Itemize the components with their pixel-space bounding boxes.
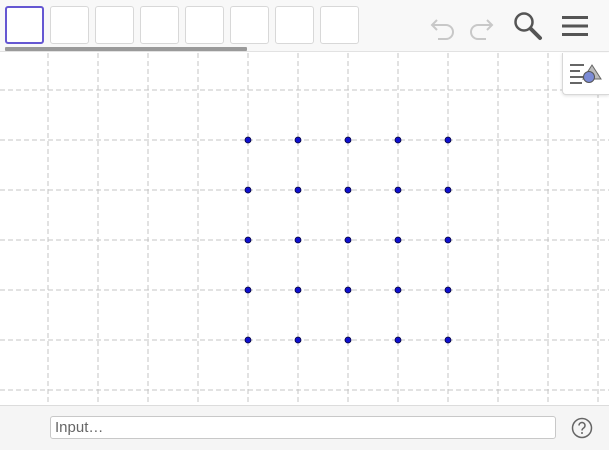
- grid-point[interactable]: [394, 136, 402, 144]
- grid-point[interactable]: [444, 186, 452, 194]
- help-button[interactable]: [571, 417, 593, 439]
- grid-point[interactable]: [394, 336, 402, 344]
- search-button[interactable]: [512, 10, 544, 42]
- grid-point[interactable]: [394, 236, 402, 244]
- grid-point[interactable]: [244, 186, 252, 194]
- grid-point[interactable]: [244, 286, 252, 294]
- toolbar: [0, 0, 609, 52]
- undo-button[interactable]: [428, 12, 458, 42]
- tool-button-3[interactable]: [95, 6, 134, 44]
- style-bar-toggle-icon: [570, 64, 602, 84]
- search-icon: [514, 12, 542, 40]
- graphics-canvas[interactable]: [0, 53, 609, 405]
- input-bar: [0, 405, 609, 450]
- undo-icon: [430, 19, 454, 40]
- toolbar-scroll-indicator[interactable]: [5, 47, 247, 51]
- grid-point[interactable]: [444, 336, 452, 344]
- grid-point[interactable]: [294, 286, 302, 294]
- grid-point[interactable]: [394, 286, 402, 294]
- tool-button-1[interactable]: [5, 6, 44, 44]
- grid-point[interactable]: [294, 236, 302, 244]
- grid-point[interactable]: [294, 336, 302, 344]
- grid-point[interactable]: [294, 186, 302, 194]
- grid-point[interactable]: [344, 186, 352, 194]
- grid-point[interactable]: [344, 286, 352, 294]
- grid-point[interactable]: [394, 186, 402, 194]
- graphics-view[interactable]: [0, 53, 609, 405]
- menu-button[interactable]: [560, 12, 590, 40]
- grid-point[interactable]: [244, 236, 252, 244]
- redo-button[interactable]: [466, 12, 496, 42]
- grid-point[interactable]: [444, 236, 452, 244]
- tool-button-6[interactable]: [230, 6, 269, 44]
- grid-point[interactable]: [244, 336, 252, 344]
- tool-button-2[interactable]: [50, 6, 89, 44]
- grid-point[interactable]: [294, 136, 302, 144]
- algebra-input-field[interactable]: [50, 416, 556, 439]
- tool-button-7[interactable]: [275, 6, 314, 44]
- grid-point[interactable]: [444, 136, 452, 144]
- hamburger-menu-icon: [562, 16, 588, 36]
- tool-button-5[interactable]: [185, 6, 224, 44]
- grid-point[interactable]: [444, 286, 452, 294]
- tool-button-4[interactable]: [140, 6, 179, 44]
- grid-point[interactable]: [244, 136, 252, 144]
- grid-point[interactable]: [344, 236, 352, 244]
- redo-icon: [470, 19, 494, 40]
- tool-button-8[interactable]: [320, 6, 359, 44]
- help-icon: [571, 417, 593, 439]
- grid-point[interactable]: [344, 136, 352, 144]
- style-bar-toggle-button[interactable]: [562, 53, 609, 95]
- grid-point[interactable]: [344, 336, 352, 344]
